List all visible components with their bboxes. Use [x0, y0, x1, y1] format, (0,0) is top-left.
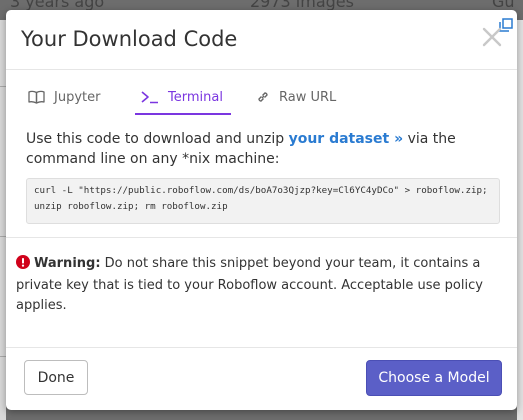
terminal-icon [141, 90, 159, 104]
download-code-snippet[interactable]: curl -L "https://public.roboflow.com/ds/… [26, 178, 500, 224]
tab-raw-url[interactable]: Raw URL [256, 82, 336, 112]
dataset-link-label: your dataset [288, 131, 390, 147]
footer-divider [6, 347, 517, 348]
modal-header: Your Download Code [6, 10, 517, 70]
choose-a-model-button[interactable]: Choose a Model [366, 360, 502, 396]
dataset-link[interactable]: your dataset » [289, 131, 404, 147]
download-format-tabs: Jupyter Terminal Raw URL [24, 82, 504, 115]
warning-label: Warning: [34, 256, 101, 271]
section-divider [6, 237, 517, 238]
book-open-icon [28, 90, 45, 104]
double-chevron-right-icon: » [394, 131, 404, 147]
tab-jupyter-label: Jupyter [54, 89, 101, 105]
close-icon[interactable] [481, 26, 503, 48]
warning-exclamation-icon [16, 255, 30, 276]
link-icon [256, 90, 270, 104]
tab-terminal-label: Terminal [168, 89, 223, 105]
download-code-modal: Your Download Code Jupyter Terminal Raw … [6, 10, 517, 410]
tab-jupyter[interactable]: Jupyter [28, 82, 100, 112]
background-right-edge [517, 20, 523, 420]
tab-raw-url-label: Raw URL [279, 89, 337, 105]
done-button[interactable]: Done [24, 360, 88, 395]
warning-message: Warning: Do not share this snippet beyon… [16, 254, 496, 316]
tab-terminal[interactable]: Terminal [135, 82, 231, 115]
instructions-prefix: Use this code to download and unzip [26, 131, 289, 147]
modal-title: Your Download Code [21, 27, 238, 51]
terminal-instructions: Use this code to download and unzip your… [26, 129, 496, 169]
